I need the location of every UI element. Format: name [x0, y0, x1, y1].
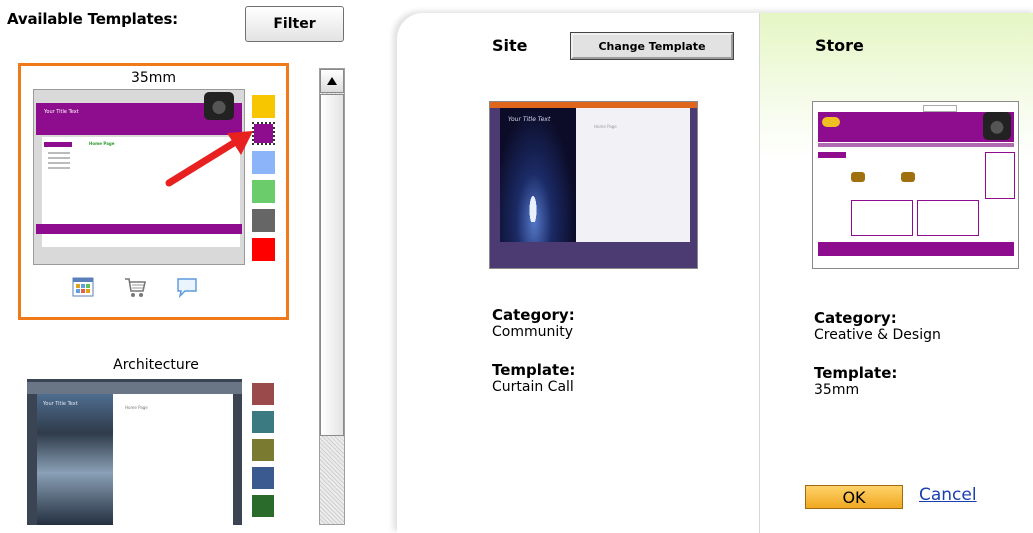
- site-heading: Site: [492, 36, 528, 55]
- color-swatch-yellow[interactable]: [252, 95, 275, 118]
- thumbnail-heading-text: Home Page: [125, 405, 148, 410]
- thumbnail-title-text: Your Title Text: [44, 109, 79, 115]
- store-template-value: 35mm: [814, 382, 860, 398]
- change-template-button[interactable]: Change Template: [570, 32, 734, 60]
- store-column: [760, 13, 1033, 533]
- available-templates-title: Available Templates:: [7, 10, 178, 28]
- color-swatch-dark-green[interactable]: [252, 495, 274, 517]
- site-category-label: Category:: [492, 306, 575, 324]
- store-logo: [822, 117, 840, 127]
- store-heading: Store: [815, 36, 864, 55]
- site-category-value: Community: [492, 324, 574, 340]
- color-swatch-olive[interactable]: [252, 439, 274, 461]
- cancel-link[interactable]: Cancel: [919, 485, 977, 505]
- shopping-cart-icon: [125, 278, 146, 297]
- color-swatch-teal[interactable]: [252, 411, 274, 433]
- filter-button[interactable]: Filter: [245, 6, 344, 42]
- thumbnail-title-text: Your Title Text: [43, 401, 78, 407]
- column-divider: [759, 13, 760, 533]
- template-details-panel: Site Change Template Store Your Title Te…: [397, 13, 1033, 533]
- template-thumbnail-architecture[interactable]: Your Title Text Home Page: [27, 379, 242, 525]
- template-feature-icons: [71, 275, 211, 301]
- thumbnail-title-text: Your Title Text: [508, 116, 551, 123]
- color-swatch-maroon[interactable]: [252, 383, 274, 405]
- store-template-preview: [812, 101, 1019, 269]
- ok-button[interactable]: OK: [805, 485, 903, 509]
- site-template-label: Template:: [492, 361, 576, 379]
- available-templates-panel: Available Templates: Filter 35mm Your Ti…: [0, 0, 360, 525]
- calendar-icon: [72, 277, 94, 297]
- scrollbar-thumb[interactable]: [320, 94, 344, 436]
- template-name-architecture: Architecture: [113, 357, 199, 373]
- store-template-label: Template:: [814, 364, 898, 382]
- scroll-up-button[interactable]: [320, 69, 344, 93]
- color-swatch-navy[interactable]: [252, 467, 274, 489]
- camera-image: [983, 112, 1011, 140]
- color-swatch-gray[interactable]: [252, 209, 275, 232]
- thumbnail-heading-text: Home Page: [89, 141, 115, 146]
- camera-image: [204, 92, 234, 120]
- template-card-35mm[interactable]: 35mm Your Title Text Home Page: [18, 63, 289, 320]
- arrow-icon: [165, 131, 253, 187]
- template-list-scrollbar[interactable]: [319, 68, 345, 525]
- color-swatch-red[interactable]: [252, 238, 275, 261]
- template-name: 35mm: [130, 70, 177, 86]
- thumbnail-heading-text: Home Page: [594, 124, 617, 129]
- triangle-up-icon: [327, 77, 337, 85]
- dancer-image: [526, 182, 540, 222]
- store-category-label: Category:: [814, 309, 897, 327]
- site-template-value: Curtain Call: [492, 379, 574, 395]
- site-template-preview: Your Title Text Home Page: [489, 101, 698, 269]
- speech-bubble-icon: [177, 278, 197, 299]
- store-category-value: Creative & Design: [814, 327, 941, 343]
